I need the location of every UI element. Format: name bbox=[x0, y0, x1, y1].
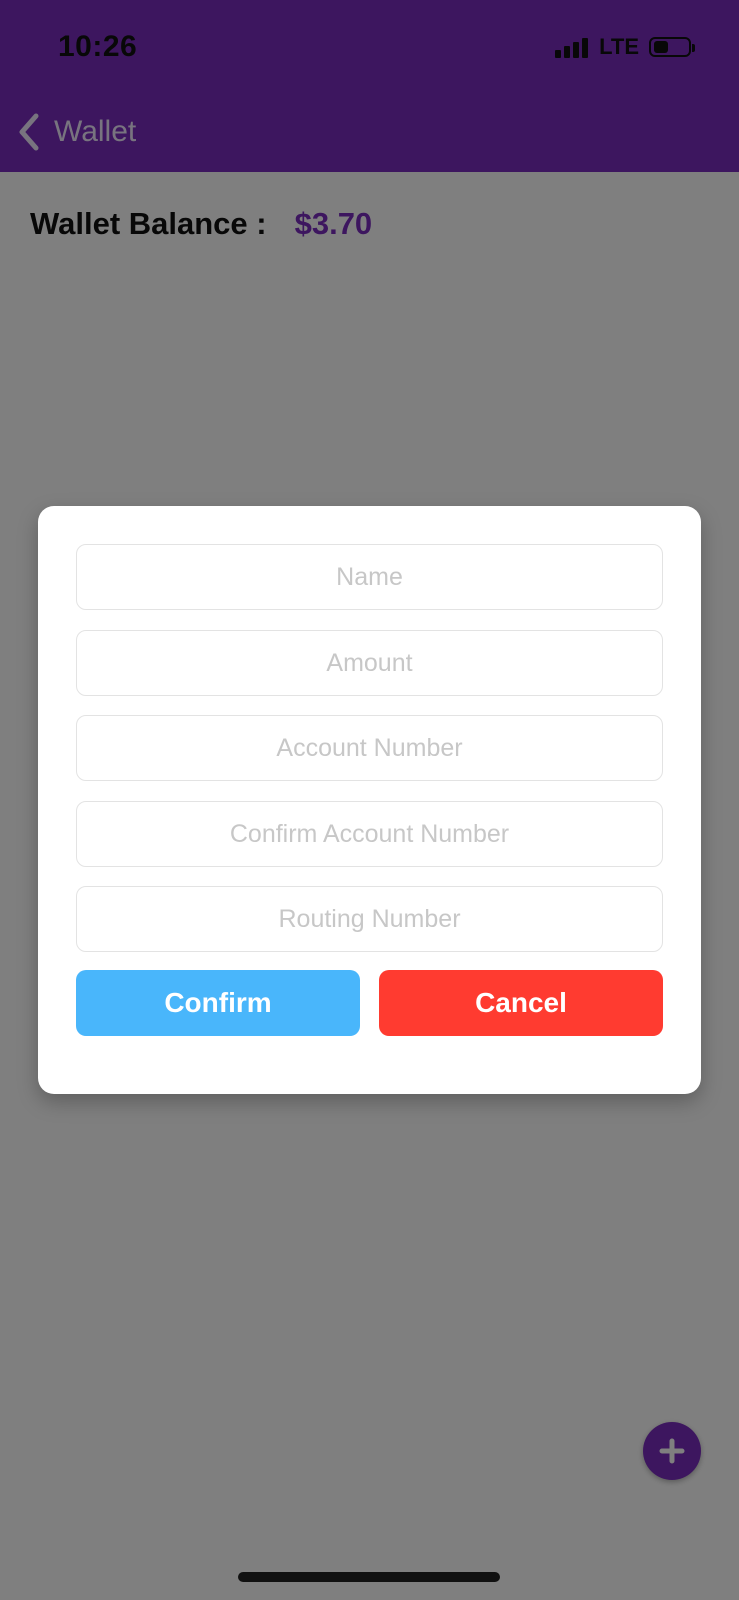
confirm-account-number-input[interactable] bbox=[77, 802, 662, 866]
cancel-button[interactable]: Cancel bbox=[379, 970, 663, 1036]
home-indicator bbox=[238, 1572, 500, 1582]
confirm-account-number-field[interactable] bbox=[76, 801, 663, 867]
wallet-screen: 10:26 LTE Wallet Wallet Balance : $3.70 bbox=[0, 0, 739, 1600]
name-field[interactable] bbox=[76, 544, 663, 610]
account-number-field[interactable] bbox=[76, 715, 663, 781]
name-input[interactable] bbox=[77, 545, 662, 609]
withdraw-modal: Confirm Cancel bbox=[38, 506, 701, 1094]
routing-number-input[interactable] bbox=[77, 887, 662, 951]
routing-number-field[interactable] bbox=[76, 886, 663, 952]
amount-input[interactable] bbox=[77, 631, 662, 695]
account-number-input[interactable] bbox=[77, 716, 662, 780]
confirm-button[interactable]: Confirm bbox=[76, 970, 360, 1036]
amount-field[interactable] bbox=[76, 630, 663, 696]
